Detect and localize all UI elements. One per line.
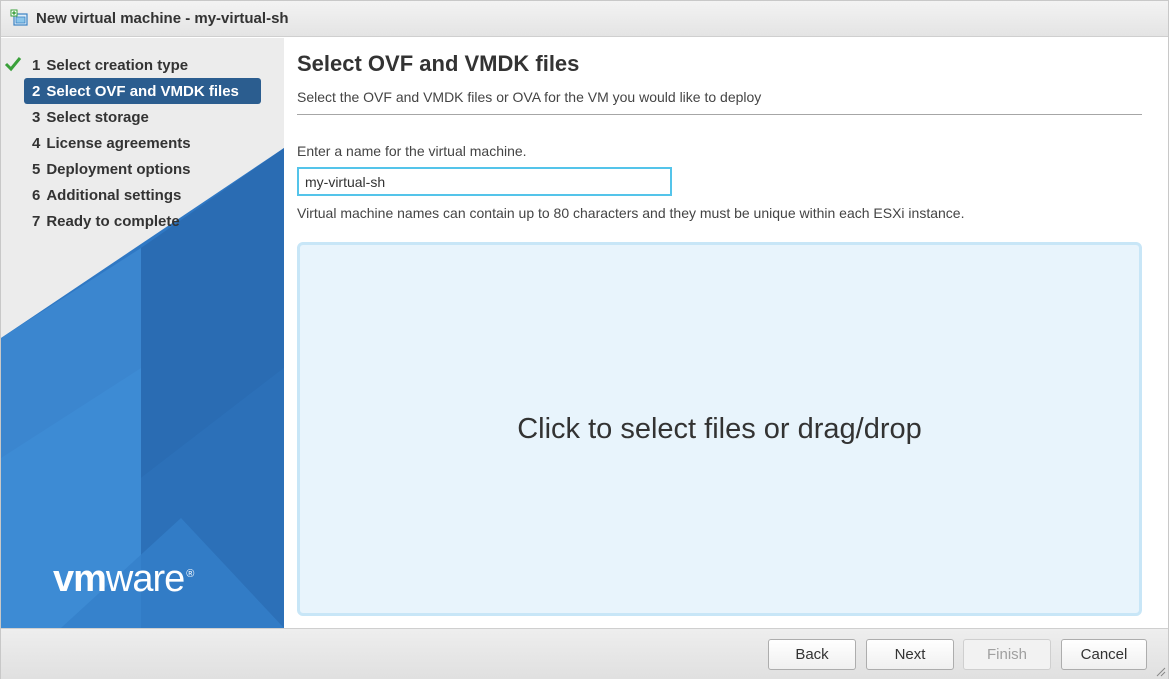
- title-bar: New virtual machine - my-virtual-sh: [1, 1, 1168, 37]
- step-number: 6: [32, 186, 41, 204]
- vm-name-label: Enter a name for the virtual machine.: [297, 143, 527, 159]
- main-content: Select OVF and VMDK files Select the OVF…: [297, 38, 1143, 628]
- step-ready-to-complete[interactable]: 7 Ready to complete: [24, 208, 261, 234]
- page-title: Select OVF and VMDK files: [297, 51, 580, 76]
- step-number: 7: [32, 212, 41, 230]
- back-button[interactable]: Back: [768, 639, 856, 670]
- step-label: Ready to complete: [46, 212, 180, 230]
- window-title: New virtual machine - my-virtual-sh: [36, 10, 289, 27]
- step-select-ovf-vmdk-files[interactable]: 2 Select OVF and VMDK files: [24, 78, 261, 104]
- logo-ware: ware: [105, 558, 185, 600]
- cancel-button[interactable]: Cancel: [1061, 639, 1147, 670]
- header-divider: [297, 114, 1142, 115]
- step-number: 2: [32, 82, 41, 100]
- step-number: 4: [32, 134, 41, 152]
- step-label: License agreements: [46, 134, 191, 152]
- vm-name-input[interactable]: [297, 167, 672, 196]
- step-license-agreements[interactable]: 4 License agreements: [24, 130, 261, 156]
- logo-registered: ®: [186, 568, 194, 580]
- dialog-window: New virtual machine - my-virtual-sh 1 Se…: [0, 0, 1169, 679]
- file-dropzone[interactable]: Click to select files or drag/drop: [297, 242, 1142, 616]
- step-number: 1: [32, 56, 41, 74]
- finish-button[interactable]: Finish: [963, 639, 1051, 670]
- virtual-machine-icon: [10, 9, 28, 26]
- step-select-storage[interactable]: 3 Select storage: [24, 104, 261, 130]
- dropzone-text: Click to select files or drag/drop: [517, 412, 922, 445]
- step-deployment-options[interactable]: 5 Deployment options: [24, 156, 261, 182]
- dialog-footer: Back Next Finish Cancel: [1, 628, 1168, 679]
- step-label: Additional settings: [46, 186, 182, 204]
- logo-vm: vm: [53, 558, 107, 600]
- step-number: 3: [32, 108, 41, 126]
- step-label: Select OVF and VMDK files: [46, 82, 239, 100]
- wizard-step-list: 1 Select creation type 2 Select OVF and …: [1, 52, 284, 234]
- step-additional-settings[interactable]: 6 Additional settings: [24, 182, 261, 208]
- step-label: Deployment options: [46, 160, 191, 178]
- checkmark-icon: [4, 57, 22, 72]
- page-subtitle: Select the OVF and VMDK files or OVA for…: [297, 89, 762, 105]
- vmware-logo: vmware ®: [53, 558, 194, 601]
- step-label: Select storage: [46, 108, 149, 126]
- next-button[interactable]: Next: [866, 639, 954, 670]
- step-number: 5: [32, 160, 41, 178]
- vm-name-hint: Virtual machine names can contain up to …: [297, 205, 965, 221]
- wizard-steps-panel: 1 Select creation type 2 Select OVF and …: [1, 38, 284, 628]
- step-label: Select creation type: [46, 56, 189, 74]
- resize-grip-icon[interactable]: [1156, 667, 1166, 677]
- step-select-creation-type[interactable]: 1 Select creation type: [4, 52, 261, 78]
